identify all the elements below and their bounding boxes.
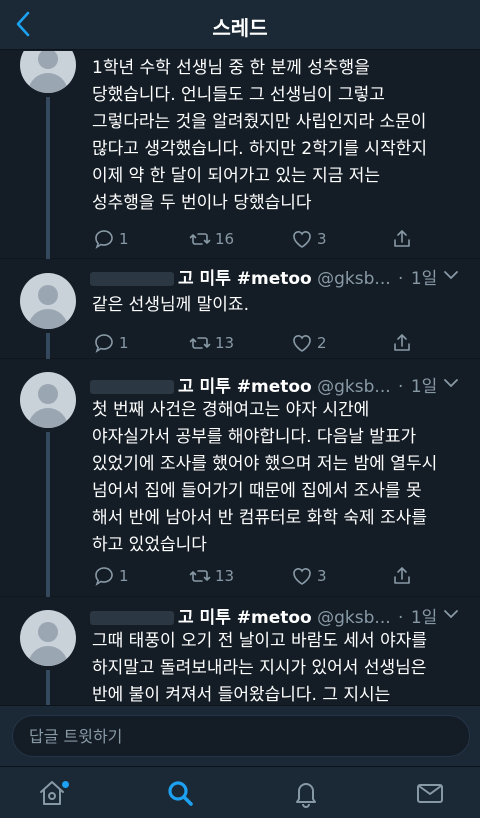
tweet-3-text: 첫 번째 사건은 경해여고는 야자 시간에 야자실가서 공부를 해야합니다. 다… xyxy=(92,397,472,559)
retweet-button[interactable]: 16 xyxy=(188,227,234,251)
author-name[interactable]: 고 미투 #metoo xyxy=(178,608,312,628)
tweet-text-line: 야자실가서 공부를 해야합니다. 다음날 발표가 xyxy=(92,427,417,447)
avatar[interactable] xyxy=(20,273,76,329)
tweet-text-line: 하지말고 돌려보내라는 지시가 있어서 선생님은 xyxy=(92,658,427,678)
tab-bar xyxy=(0,766,480,818)
heart-icon xyxy=(293,231,311,248)
like-button[interactable]: 3 xyxy=(290,227,327,251)
tweet-text-line: 당했습니다. 언니들도 그 선생님이 그렇고 xyxy=(92,85,385,105)
page-title: 스레드 xyxy=(212,16,268,40)
author-name[interactable]: 고 미투 #metoo xyxy=(178,269,312,289)
like-button[interactable]: 2 xyxy=(290,331,327,355)
tweet-text-line: 해서 반에 남아서 반 컴퓨터로 화학 숙제 조사를 xyxy=(92,508,427,528)
tweet-text-line: 1학년 수학 선생님 중 한 분께 성추행을 xyxy=(92,58,370,78)
search-icon xyxy=(168,781,193,806)
chevron-down-icon[interactable] xyxy=(442,268,460,282)
thread-list[interactable]: 1학년 수학 선생님 중 한 분께 성추행을 당했습니다. 언니들도 그 선생님… xyxy=(0,51,480,705)
avatar[interactable] xyxy=(20,372,76,428)
thread-connector xyxy=(46,97,50,259)
tweet-1[interactable]: 1학년 수학 선생님 중 한 분께 성추행을 당했습니다. 언니들도 그 선생님… xyxy=(0,51,480,259)
tweet-text-line: 이제 약 한 달이 되어가고 있는 지금 저는 xyxy=(92,166,381,186)
tweet-2[interactable]: 고 미투 #metoo @gksb... · 1일 같은 선생님께 말이죠. 1… xyxy=(0,259,480,359)
redacted-name xyxy=(90,380,174,394)
retweet-count: 13 xyxy=(215,567,235,585)
tweet-text-line: 첫 번째 사건은 경해여고는 야자 시간에 xyxy=(92,400,370,420)
tab-messages[interactable] xyxy=(414,777,446,809)
tweet-text-line: 하고 있었습니다 xyxy=(92,535,207,555)
tweet-actions: 1 16 3 xyxy=(92,227,472,251)
tweet-text-line: 반에 불이 켜져서 들어왔습니다. 그 지시는 xyxy=(92,685,391,705)
retweet-icon xyxy=(189,570,211,582)
reply-bar xyxy=(0,705,480,766)
share-icon xyxy=(394,334,410,351)
retweet-button[interactable]: 13 xyxy=(188,564,234,588)
reply-input[interactable] xyxy=(12,715,470,757)
like-count: 2 xyxy=(317,334,327,352)
like-button[interactable]: 3 xyxy=(290,564,327,588)
tweet-time: 1일 xyxy=(410,377,438,397)
tweet-text-line: 성추행을 두 번이나 당했습니다 xyxy=(92,193,312,213)
tweet-time: 1일 xyxy=(410,608,438,628)
author-name[interactable]: 고 미투 #metoo xyxy=(178,377,312,397)
notification-dot xyxy=(62,781,69,788)
tab-notifications[interactable] xyxy=(290,777,322,809)
author-handle[interactable]: @gksb... xyxy=(317,608,391,628)
avatar[interactable] xyxy=(20,610,76,666)
tweet-text-line: 있었기에 조사를 했어야 했으며 저는 밤에 열두시 xyxy=(92,454,438,474)
tweet-actions: 1 13 3 xyxy=(92,564,472,588)
reply-icon xyxy=(95,230,113,249)
tweet-text-line: 많다고 생각했습니다. 하지만 2학기를 시작한지 xyxy=(92,139,427,159)
retweet-count: 16 xyxy=(215,230,235,248)
tweet-text-line: 넘어서 집에 들어가기 때문에 집에서 조사를 못 xyxy=(92,481,422,501)
redacted-name xyxy=(90,611,174,625)
retweet-button[interactable]: 13 xyxy=(188,331,234,355)
share-icon xyxy=(394,567,410,584)
tweet-actions: 1 13 2 xyxy=(92,331,472,355)
reply-button[interactable]: 1 xyxy=(92,331,129,355)
chevron-down-icon[interactable] xyxy=(442,376,460,390)
heart-icon xyxy=(293,335,311,352)
tab-search[interactable] xyxy=(164,777,196,809)
reply-count: 1 xyxy=(119,230,129,248)
tweet-4-text: 그때 태풍이 오기 전 날이고 바람도 세서 야자를 하지말고 돌려보내라는 지… xyxy=(92,628,472,705)
tweet-header: 고 미투 #metoo @gksb... · 1일 xyxy=(90,264,470,289)
like-count: 3 xyxy=(317,567,327,585)
notifications-icon xyxy=(296,783,316,808)
thread-connector xyxy=(46,670,50,705)
header-bar: 스레드 xyxy=(0,0,480,50)
thread-connector xyxy=(46,432,50,597)
chevron-down-icon[interactable] xyxy=(442,607,460,621)
like-count: 3 xyxy=(317,230,327,248)
tweet-text-line: 같은 선생님께 말이죠. xyxy=(92,295,249,315)
share-button[interactable] xyxy=(390,564,417,588)
tweet-4[interactable]: 고 미투 #metoo @gksb... · 1일 그때 태풍이 오기 전 날이… xyxy=(0,598,480,705)
reply-count: 1 xyxy=(119,334,129,352)
reply-icon xyxy=(95,567,113,586)
messages-icon xyxy=(417,784,443,803)
author-handle[interactable]: @gksb... xyxy=(317,269,391,289)
tweet-3[interactable]: 고 미투 #metoo @gksb... · 1일 첫 번째 사건은 경해여고는… xyxy=(0,360,480,597)
tweet-text-line: 그렇다라는 것을 알려줬지만 사립인지라 소문이 xyxy=(92,112,427,132)
thread-connector xyxy=(46,333,50,359)
reply-count: 1 xyxy=(119,567,129,585)
tweet-text-line: 그때 태풍이 오기 전 날이고 바람도 세서 야자를 xyxy=(92,631,427,651)
retweet-count: 13 xyxy=(215,334,235,352)
redacted-name xyxy=(90,272,174,286)
share-button[interactable] xyxy=(390,227,417,251)
avatar[interactable] xyxy=(20,51,76,93)
share-icon xyxy=(394,230,410,247)
tweet-header: 고 미투 #metoo @gksb... · 1일 xyxy=(90,372,470,397)
reply-button[interactable]: 1 xyxy=(92,227,129,251)
reply-icon xyxy=(95,334,113,353)
tweet-1-text: 1학년 수학 선생님 중 한 분께 성추행을 당했습니다. 언니들도 그 선생님… xyxy=(92,55,472,217)
tweet-time: 1일 xyxy=(410,269,438,289)
retweet-icon xyxy=(189,233,211,245)
author-handle[interactable]: @gksb... xyxy=(317,377,391,397)
tweet-header: 고 미투 #metoo @gksb... · 1일 xyxy=(90,603,470,628)
heart-icon xyxy=(293,568,311,585)
retweet-icon xyxy=(189,337,211,349)
reply-button[interactable]: 1 xyxy=(92,564,129,588)
tweet-2-text: 같은 선생님께 말이죠. xyxy=(92,292,472,319)
share-button[interactable] xyxy=(390,331,417,355)
